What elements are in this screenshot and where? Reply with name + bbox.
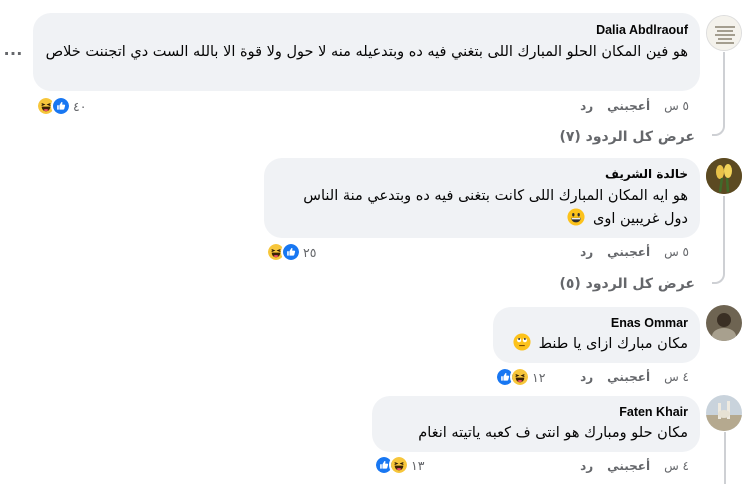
comment-author[interactable]: Dalia Abdlraouf <box>45 22 688 38</box>
grinning-face-emoji-icon <box>567 208 585 226</box>
comment-text: مكان حلو ومبارك هو انتى ف كعبه ياتيته ان… <box>418 425 688 441</box>
avatar[interactable] <box>706 305 742 341</box>
rolling-eyes-emoji-icon <box>513 333 531 351</box>
comment-actions: ٥ س أعجبني رد <box>580 244 689 260</box>
reaction-summary[interactable]: ١٢ <box>495 366 545 388</box>
comment-actions: ٥ س أعجبني رد <box>580 98 689 114</box>
comment-time[interactable]: ٥ س <box>664 244 689 260</box>
reaction-count: ٢٥ <box>303 244 317 260</box>
comment-text-content: هو ايه المكان المبارك اللى كانت بتغنى في… <box>303 188 688 227</box>
like-reaction-icon <box>281 242 301 262</box>
comment-bubble: Faten Khair مكان حلو ومبارك هو انتى ف كع… <box>372 396 700 452</box>
avatar-image <box>706 305 742 341</box>
comment-actions: ٤ س أعجبني رد <box>580 369 689 385</box>
comment-author[interactable]: Enas Ommar <box>505 315 688 331</box>
avatar[interactable] <box>706 395 742 431</box>
like-reaction-icon <box>51 96 71 116</box>
view-replies-link[interactable]: عرض كل الردود (٧) <box>559 128 695 146</box>
comment-author[interactable]: Faten Khair <box>384 404 688 420</box>
comment-actions: ٤ س أعجبني رد <box>580 458 689 474</box>
thread-line <box>712 52 725 136</box>
comment-bubble: Enas Ommar مكان مبارك ازاى يا طنط <box>493 307 700 363</box>
comment-bubble: Dalia Abdlraouf هو فين المكان الحلو المب… <box>33 13 700 91</box>
comment-time[interactable]: ٥ س <box>664 98 689 114</box>
avatar-image <box>706 158 742 194</box>
reply-button[interactable]: رد <box>580 369 593 385</box>
comment-time[interactable]: ٤ س <box>664 369 689 385</box>
reaction-summary[interactable]: ١٣ <box>374 454 424 476</box>
comment-bubble: خالدة الشريف هو ايه المكان المبارك اللى … <box>264 158 700 238</box>
reaction-count: ١٣ <box>411 457 425 473</box>
reaction-summary[interactable]: ٢٥ <box>266 241 316 263</box>
reaction-count: ١٢ <box>532 369 546 385</box>
reply-button[interactable]: رد <box>580 98 593 114</box>
avatar[interactable] <box>706 158 742 194</box>
comment-text: مكان مبارك ازاى يا طنط <box>505 333 688 356</box>
more-options-icon[interactable]: … <box>3 38 24 61</box>
reaction-count: ٤٠ <box>73 98 87 114</box>
comment-author[interactable]: خالدة الشريف <box>276 166 688 182</box>
like-button[interactable]: أعجبني <box>607 244 650 260</box>
avatar-image <box>707 16 741 50</box>
comment-text: هو فين المكان الحلو المبارك اللى بتغني ف… <box>45 44 688 60</box>
like-button[interactable]: أعجبني <box>607 369 650 385</box>
thread-line <box>712 196 725 284</box>
view-replies-link[interactable]: عرض كل الردود (٥) <box>559 275 695 293</box>
haha-reaction-icon <box>389 455 409 475</box>
like-button[interactable]: أعجبني <box>607 458 650 474</box>
avatar-image <box>706 395 742 431</box>
like-button[interactable]: أعجبني <box>607 98 650 114</box>
haha-reaction-icon <box>510 367 530 387</box>
avatar[interactable] <box>706 15 742 51</box>
reaction-summary[interactable]: ٤٠ <box>36 95 86 117</box>
comment-time[interactable]: ٤ س <box>664 458 689 474</box>
comment-text: هو ايه المكان المبارك اللى كانت بتغنى في… <box>276 185 688 231</box>
comment-text-content: مكان مبارك ازاى يا طنط <box>538 336 688 352</box>
reply-button[interactable]: رد <box>580 458 593 474</box>
thread-line <box>724 432 726 484</box>
reply-button[interactable]: رد <box>580 244 593 260</box>
